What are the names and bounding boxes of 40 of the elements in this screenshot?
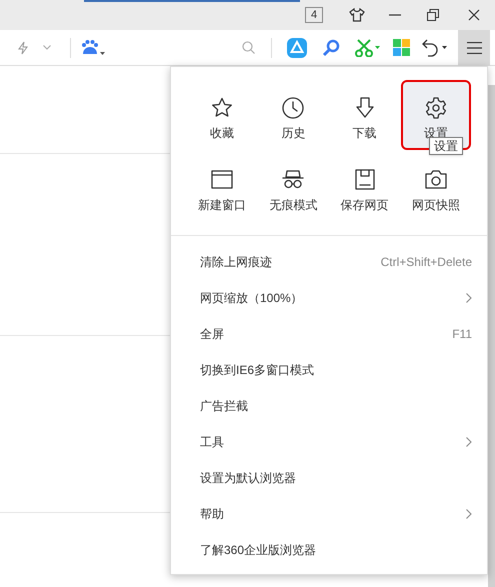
paw-icon[interactable] [81, 40, 105, 56]
triangle-app-icon[interactable] [287, 38, 307, 58]
chevron-right-icon [466, 509, 472, 519]
search-icon[interactable] [242, 41, 255, 54]
app-grid-icon[interactable] [393, 39, 410, 56]
menu-item[interactable]: 网页缩放（100%） [171, 280, 487, 316]
menu-grid-item[interactable]: 新建窗口 [187, 152, 258, 222]
menu-item[interactable]: 工具 [171, 424, 487, 460]
key-icon[interactable] [322, 38, 340, 56]
undo-icon[interactable] [422, 38, 448, 58]
menu-grid-item[interactable]: 无痕模式 [258, 152, 328, 222]
chevron-right-icon [466, 293, 472, 303]
menu-grid-item[interactable]: 历史 [258, 80, 328, 150]
menu-button[interactable] [458, 30, 490, 66]
chevron-down-icon[interactable] [43, 45, 51, 50]
menu-grid-item[interactable]: 网页快照 [400, 152, 471, 222]
lightning-icon[interactable] [17, 40, 29, 54]
restore-icon[interactable] [427, 9, 439, 21]
shortcut-text: F11 [452, 326, 472, 343]
settings-icon [424, 96, 448, 120]
menu-grid-item[interactable]: 下载 [330, 80, 400, 150]
menu-icon [466, 42, 482, 54]
chevron-right-icon [466, 437, 472, 447]
tooltip: 设置 [429, 137, 463, 155]
close-icon[interactable] [468, 9, 480, 21]
shirt-icon[interactable] [349, 8, 365, 22]
scrollbar[interactable] [488, 85, 495, 587]
menu-item[interactable]: 切换到IE6多窗口模式 [171, 352, 487, 388]
menu-grid-item[interactable]: 收藏 [187, 80, 258, 150]
menu-item[interactable]: 全屏 F11 [171, 316, 487, 352]
tab-count[interactable]: 4 [305, 7, 323, 23]
menu-item[interactable]: 了解360企业版浏览器 [171, 532, 487, 568]
menu-item[interactable]: 清除上网痕迹 Ctrl+Shift+Delete [171, 244, 487, 280]
clock-icon [281, 96, 306, 120]
menu-item[interactable]: 广告拦截 [171, 388, 487, 424]
menu-item[interactable]: 设置为默认浏览器 [171, 460, 487, 496]
menu-grid-item[interactable]: 保存网页 [330, 152, 400, 222]
scissors-icon[interactable] [355, 38, 381, 56]
menu-item[interactable]: 帮助 [171, 496, 487, 532]
shortcut-text: Ctrl+Shift+Delete [380, 254, 472, 271]
